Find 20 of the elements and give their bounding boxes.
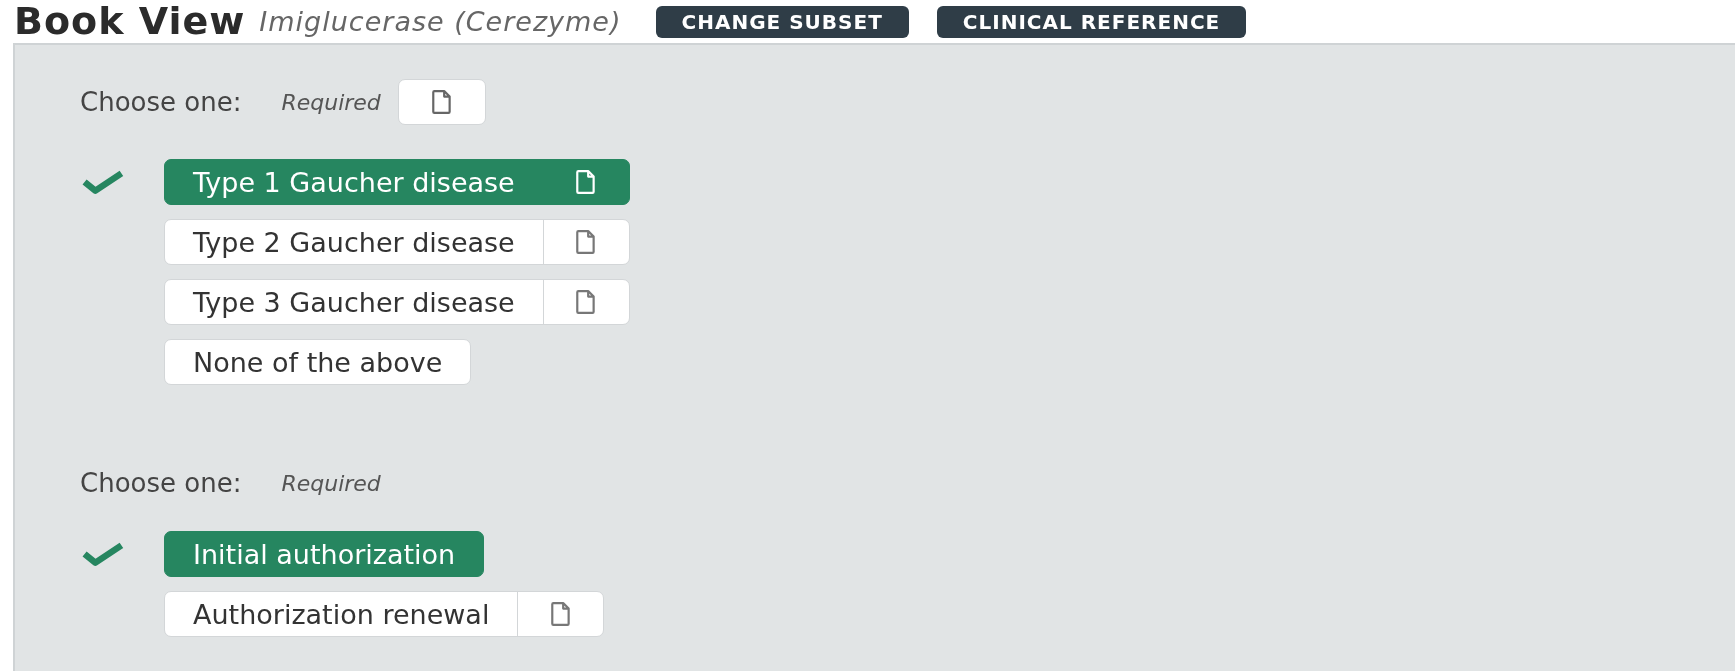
question-label: Choose one: bbox=[80, 87, 242, 117]
option-button[interactable]: Initial authorization bbox=[164, 531, 485, 577]
drug-name: Imiglucerase (Cerezyme) bbox=[259, 6, 622, 37]
document-icon bbox=[576, 170, 597, 194]
required-label: Required bbox=[281, 470, 381, 496]
option-button[interactable]: Authorization renewal bbox=[164, 591, 605, 637]
option-button[interactable]: Type 3 Gaucher disease bbox=[164, 279, 630, 325]
question-label: Choose one: bbox=[80, 468, 242, 498]
option-button[interactable]: None of the above bbox=[164, 339, 472, 385]
note-button[interactable] bbox=[397, 79, 486, 125]
document-icon bbox=[550, 602, 571, 626]
header-button[interactable]: CLINICAL REFERENCE bbox=[936, 5, 1247, 38]
required-label: Required bbox=[281, 89, 381, 115]
header-button[interactable]: CHANGE SUBSET bbox=[655, 5, 909, 38]
option-button[interactable]: Type 1 Gaucher disease bbox=[164, 159, 630, 205]
option-button[interactable]: Type 2 Gaucher disease bbox=[164, 219, 630, 265]
document-icon bbox=[576, 290, 597, 314]
document-icon bbox=[576, 230, 597, 254]
document-icon bbox=[431, 90, 452, 114]
page-title: Book View bbox=[14, 0, 246, 43]
